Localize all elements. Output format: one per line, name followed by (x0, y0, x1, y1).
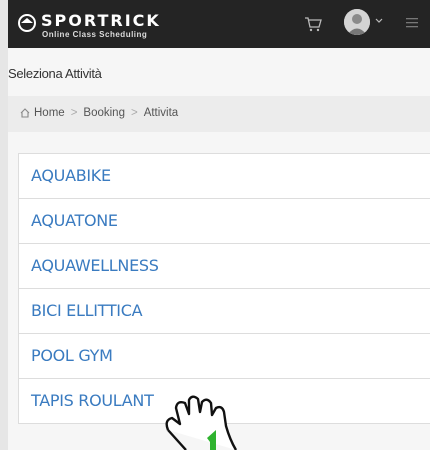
hamburger-menu-icon[interactable] (406, 17, 418, 29)
activity-list: AQUABIKE AQUATONE AQUAWELLNESS BICI ELLI… (18, 153, 430, 424)
user-avatar[interactable] (344, 9, 370, 35)
activity-item-pool-gym[interactable]: POOL GYM (19, 334, 430, 379)
breadcrumb-home[interactable]: Home (34, 107, 65, 119)
activity-item-aquawellness[interactable]: AQUAWELLNESS (19, 244, 430, 289)
breadcrumb-separator: > (70, 107, 78, 119)
brand-tagline: Online Class Scheduling (42, 30, 148, 39)
sportrick-logo-icon (18, 14, 36, 32)
top-navigation-bar: SPORTRICK Online Class Scheduling (8, 0, 430, 48)
chevron-down-icon[interactable] (375, 17, 383, 25)
activity-item-aquabike[interactable]: AQUABIKE (19, 154, 430, 199)
activity-item-bici-ellittica[interactable]: BICI ELLITTICA (19, 289, 430, 334)
app-frame: SPORTRICK Online Class Scheduling Selezi… (8, 0, 430, 450)
breadcrumb-current: Attivita (143, 107, 179, 119)
breadcrumb: Home > Booking > Attivita (8, 96, 430, 132)
page-title: Seleziona Attività (8, 66, 102, 81)
user-photo-icon (344, 9, 370, 35)
breadcrumb-separator: > (130, 107, 138, 119)
home-icon (20, 108, 30, 118)
tap-hand-icon (165, 395, 238, 450)
breadcrumb-booking[interactable]: Booking (83, 107, 125, 119)
cart-icon[interactable] (304, 16, 322, 32)
activity-item-aquatone[interactable]: AQUATONE (19, 199, 430, 244)
brand-name: SPORTRICK (41, 11, 161, 30)
